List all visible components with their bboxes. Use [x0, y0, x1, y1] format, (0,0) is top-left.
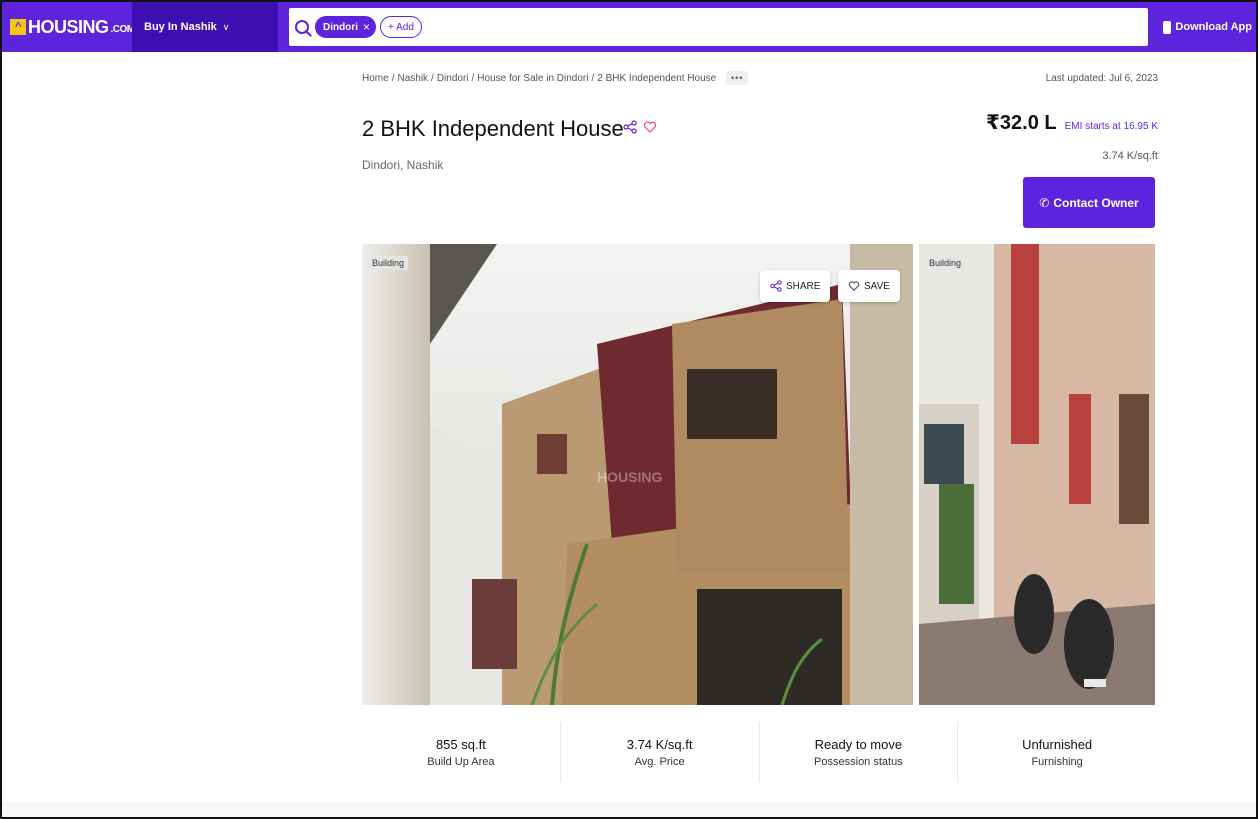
search-bar[interactable]: Dindori × + Add — [289, 8, 1148, 46]
photo-share-button[interactable]: SHARE — [760, 270, 831, 302]
download-app-label: Download App — [1175, 21, 1252, 33]
download-app-button[interactable]: Download App — [1163, 2, 1252, 52]
phone-icon — [1163, 20, 1172, 34]
photo-category-badge: Building — [368, 256, 409, 270]
share-icon — [770, 280, 782, 292]
page: ^ HOUSING .COM Buy In Nashik ∨ Dindori ×… — [0, 0, 1258, 819]
housing-logo[interactable]: ^ HOUSING .COM — [2, 2, 135, 52]
stat-value: Ready to move — [814, 736, 903, 752]
stat-label: Avg. Price — [634, 755, 685, 768]
location-chip[interactable]: Dindori × — [315, 16, 377, 38]
stat-value: 3.74 K/sq.ft — [626, 736, 693, 752]
breadcrumb-city[interactable]: Nashik — [397, 73, 428, 84]
last-updated: Last updated: Jul 6, 2023 — [1045, 73, 1158, 84]
price-row: ₹32.0 L EMI starts at 16.95 K — [986, 110, 1158, 135]
listing-location: Dindori, Nashik — [362, 158, 444, 172]
logo-text: HOUSING — [28, 16, 109, 37]
logo-suffix: .COM — [110, 23, 136, 35]
city-select-label: Buy In Nashik — [144, 21, 217, 33]
city-select[interactable]: Buy In Nashik ∨ — [132, 2, 278, 52]
property-stats: 855 sq.ft Build Up Area 3.74 K/sq.ft Avg… — [362, 722, 1156, 782]
close-icon[interactable]: × — [363, 20, 370, 34]
breadcrumb-more-button[interactable]: ••• — [726, 71, 749, 85]
alley-photo-illustration — [919, 244, 1155, 705]
photo-watermark: HOUSING — [597, 469, 663, 485]
breadcrumb-current: 2 BHK Independent House — [597, 72, 717, 84]
logo-mark-icon: ^ — [10, 19, 26, 35]
stat-furnishing: Unfurnished Furnishing — [958, 722, 1156, 782]
breadcrumb-category[interactable]: House for Sale in Dindori — [477, 73, 588, 84]
side-photo[interactable]: Building — [919, 244, 1155, 705]
photo-save-button[interactable]: SAVE — [838, 270, 900, 302]
heart-icon — [848, 281, 860, 292]
price-per-sqft: 3.74 K/sq.ft — [1102, 150, 1158, 162]
phone-call-icon: ✆ — [1039, 195, 1050, 210]
top-nav: ^ HOUSING .COM Buy In Nashik ∨ Dindori ×… — [2, 2, 1256, 52]
photo-category-badge: Building — [925, 256, 966, 270]
section-divider — [2, 802, 1256, 817]
chevron-down-icon: ∨ — [222, 21, 230, 32]
breadcrumb-locality[interactable]: Dindori — [437, 73, 469, 84]
breadcrumb-home[interactable]: Home — [362, 73, 389, 84]
photo-share-label: SHARE — [786, 280, 821, 292]
heart-icon[interactable] — [643, 120, 657, 134]
share-icon[interactable] — [623, 120, 637, 134]
stat-label: Possession status — [814, 755, 903, 768]
breadcrumb-separator: / — [391, 72, 395, 84]
stat-possession-status: Ready to move Possession status — [760, 722, 959, 782]
breadcrumb-separator: / — [471, 72, 475, 84]
search-icon — [295, 20, 309, 34]
contact-owner-label: Contact Owner — [1053, 195, 1139, 210]
stat-label: Build Up Area — [427, 755, 495, 768]
stat-avg-price: 3.74 K/sq.ft Avg. Price — [561, 722, 760, 782]
page-title: 2 BHK Independent House — [362, 116, 624, 141]
breadcrumb: Home / Nashik / Dindori / House for Sale… — [362, 71, 749, 85]
contact-owner-button[interactable]: ✆ Contact Owner — [1023, 177, 1155, 228]
emi-link[interactable]: EMI starts at 16.95 K — [1065, 121, 1158, 132]
stat-build-up-area: 855 sq.ft Build Up Area — [362, 722, 561, 782]
breadcrumb-separator: / — [431, 72, 434, 84]
photo-save-label: SAVE — [864, 280, 890, 292]
stat-label: Furnishing — [1031, 755, 1083, 768]
add-location-button[interactable]: + Add — [380, 16, 422, 38]
listing-price: ₹32.0 L — [986, 112, 1057, 134]
breadcrumb-separator: / — [591, 72, 595, 84]
main-photo[interactable]: Building HOUSING SHARE SAVE — [362, 244, 913, 705]
stat-value: 855 sq.ft — [435, 736, 486, 752]
stat-value: Unfurnished — [1022, 736, 1093, 752]
location-chip-label: Dindori — [323, 21, 358, 33]
